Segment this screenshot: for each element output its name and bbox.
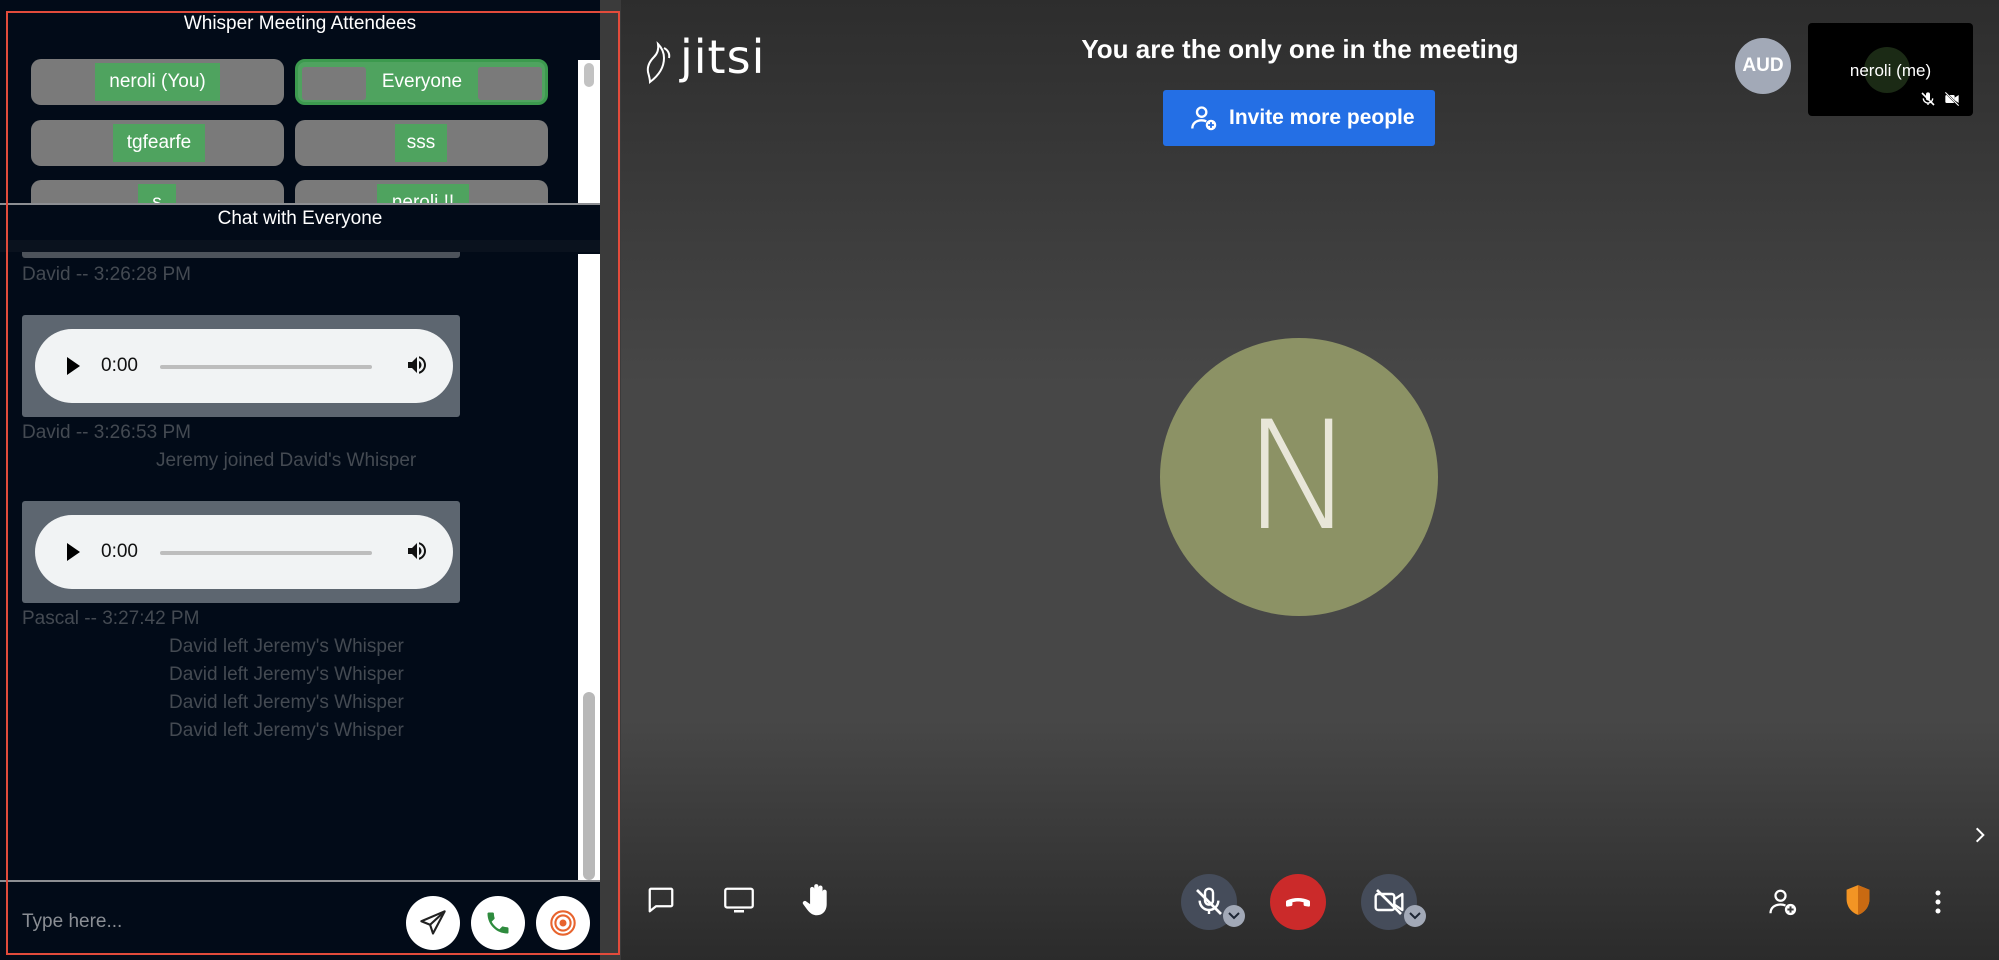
meeting-status-message: You are the only one in the meeting	[1081, 34, 1519, 64]
send-button[interactable]	[406, 896, 460, 950]
call-button[interactable]	[471, 896, 525, 950]
chat-input[interactable]	[22, 902, 382, 942]
panel-gap	[600, 0, 621, 960]
participant-avatar: N	[1160, 338, 1438, 616]
audio-time: 0:00	[101, 541, 138, 562]
chat-header-strip	[0, 240, 600, 252]
audio-progress-track[interactable]	[160, 551, 372, 555]
attendee-label: sss	[395, 124, 447, 162]
invite-more-people-button[interactable]: Invite more people	[1163, 90, 1435, 146]
chat-title: Chat with Everyone	[217, 208, 383, 229]
self-view-name: neroli (me)	[1849, 61, 1932, 80]
hangup-icon	[1286, 898, 1310, 907]
chat-icon[interactable]	[646, 885, 676, 915]
system-message: David left Jeremy's Whisper	[169, 692, 404, 713]
audio-only-badge: AUD	[1735, 38, 1791, 94]
chevron-right-icon[interactable]	[1970, 825, 1990, 845]
invite-button-label: Invite more people	[1229, 106, 1415, 129]
system-message: David left Jeremy's Whisper	[169, 664, 404, 685]
audio-player: 0:00	[35, 329, 453, 403]
chat-messages: David -- 3:26:28 PM 0:00 David -- 3:26:5…	[0, 252, 578, 880]
chevron-down-icon	[1228, 912, 1240, 920]
camera-off-icon	[1374, 889, 1404, 915]
chat-scrollbar-thumb[interactable]	[583, 692, 595, 880]
audio-time: 0:00	[101, 355, 138, 376]
message-meta: Pascal -- 3:27:42 PM	[22, 608, 200, 629]
audio-message: 0:00	[22, 501, 460, 603]
send-icon	[420, 910, 446, 935]
add-person-icon	[1191, 106, 1217, 131]
whisper-button[interactable]	[536, 896, 590, 950]
self-video-tile[interactable]: neroli (me)	[1808, 23, 1973, 116]
system-message: Jeremy joined David's Whisper	[156, 450, 417, 471]
attendee-pad	[478, 67, 542, 100]
mic-off-icon	[1196, 887, 1222, 915]
attendee-label: tgfearfe	[113, 124, 205, 162]
section-divider	[0, 203, 600, 205]
jitsi-logo-text: jitsi	[680, 30, 766, 84]
attendee-button-everyone[interactable]: Everyone	[295, 59, 548, 105]
attendee-label: Everyone	[366, 63, 478, 101]
volume-icon[interactable]	[405, 539, 429, 563]
audio-message: 0:00	[22, 315, 460, 417]
attendees-section: Whisper Meeting Attendees neroli (You) E…	[0, 0, 600, 203]
raise-hand-icon[interactable]	[800, 882, 834, 918]
attendee-button-s[interactable]: s	[31, 180, 284, 203]
attendee-button-neroli-you[interactable]: neroli (You)	[31, 59, 284, 105]
attendee-label: neroli (You)	[95, 63, 220, 101]
audio-message-remnant	[22, 252, 460, 258]
attendees-title: Whisper Meeting Attendees	[183, 13, 417, 34]
mic-options-chevron[interactable]	[1223, 905, 1245, 927]
chevron-down-icon	[1409, 912, 1421, 920]
screen-share-icon[interactable]	[722, 885, 756, 915]
attendees-scrollbar-thumb[interactable]	[584, 63, 594, 87]
mic-off-icon	[1921, 92, 1935, 106]
camera-options-chevron[interactable]	[1404, 905, 1426, 927]
whisper-panel: Whisper Meeting Attendees neroli (You) E…	[0, 0, 600, 960]
section-divider	[0, 880, 600, 882]
attendee-button-tgfearfe[interactable]: tgfearfe	[31, 120, 284, 166]
play-icon[interactable]	[67, 357, 80, 375]
security-shield-icon[interactable]	[1844, 884, 1872, 916]
attendee-label: neroli !!	[377, 184, 469, 203]
attendee-label: s	[138, 184, 176, 203]
audio-player: 0:00	[35, 515, 453, 589]
system-message: David left Jeremy's Whisper	[169, 720, 404, 741]
attendee-button-sss[interactable]: sss	[295, 120, 548, 166]
invite-icon[interactable]	[1768, 887, 1798, 917]
system-message: David left Jeremy's Whisper	[169, 636, 404, 657]
attendee-button-neroli-2[interactable]: neroli !!	[295, 180, 548, 203]
message-meta: David -- 3:26:28 PM	[22, 264, 191, 285]
more-options-icon[interactable]	[1926, 888, 1950, 916]
hangup-button[interactable]	[1270, 874, 1326, 930]
message-meta: David -- 3:26:53 PM	[22, 422, 191, 443]
play-icon[interactable]	[67, 543, 80, 561]
camera-off-icon	[1944, 91, 1960, 107]
attendee-pad	[302, 67, 366, 100]
audio-progress-track[interactable]	[160, 365, 372, 369]
volume-icon[interactable]	[405, 353, 429, 377]
phone-icon	[487, 912, 509, 934]
target-icon	[550, 910, 576, 936]
jitsi-logo-icon	[646, 41, 671, 85]
